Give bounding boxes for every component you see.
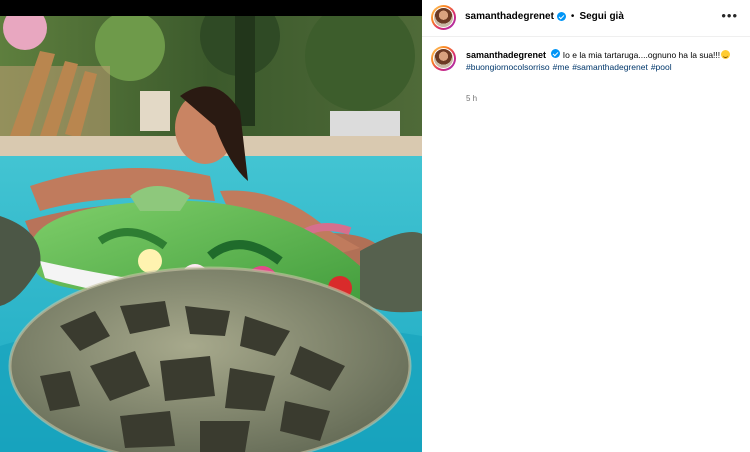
header-username[interactable]: samanthadegrenet	[465, 11, 554, 22]
caption-avatar[interactable]	[431, 46, 456, 71]
top-black-bar	[0, 0, 422, 16]
caption-text: Io e la mia tartaruga....ognuno ha la su…	[562, 50, 721, 60]
header-user-row: samanthadegrenet • Segui già	[465, 11, 624, 22]
caption-body: samanthadegrenet Io e la mia tartaruga..…	[466, 49, 736, 73]
following-button[interactable]: Segui già	[579, 11, 623, 22]
hashtag-link[interactable]: #me	[553, 62, 570, 72]
winking-face-emoji-icon	[721, 50, 731, 59]
hashtag-link[interactable]: #pool	[651, 62, 672, 72]
hashtag-link[interactable]: #samanthadegrenet	[572, 62, 648, 72]
separator-dot: •	[570, 11, 575, 22]
hashtag-list: #buongiornocolsorriso #me #samanthadegrene…	[466, 61, 736, 73]
hashtag-link[interactable]: #buongiornocolsorriso	[466, 62, 550, 72]
pool-photo-illustration	[0, 16, 422, 452]
post-header: samanthadegrenet • Segui già •••	[422, 0, 750, 37]
post-sidebar: samanthadegrenet • Segui già ••• samanth…	[422, 0, 750, 452]
verified-badge-icon	[556, 12, 566, 21]
more-options-icon[interactable]: •••	[721, 9, 738, 23]
post-timestamp[interactable]: 5 h	[466, 94, 477, 103]
post-photo[interactable]	[0, 16, 422, 452]
caption-verified-badge-icon	[551, 49, 561, 58]
header-avatar[interactable]	[431, 5, 456, 30]
caption-username[interactable]: samanthadegrenet	[466, 50, 546, 60]
